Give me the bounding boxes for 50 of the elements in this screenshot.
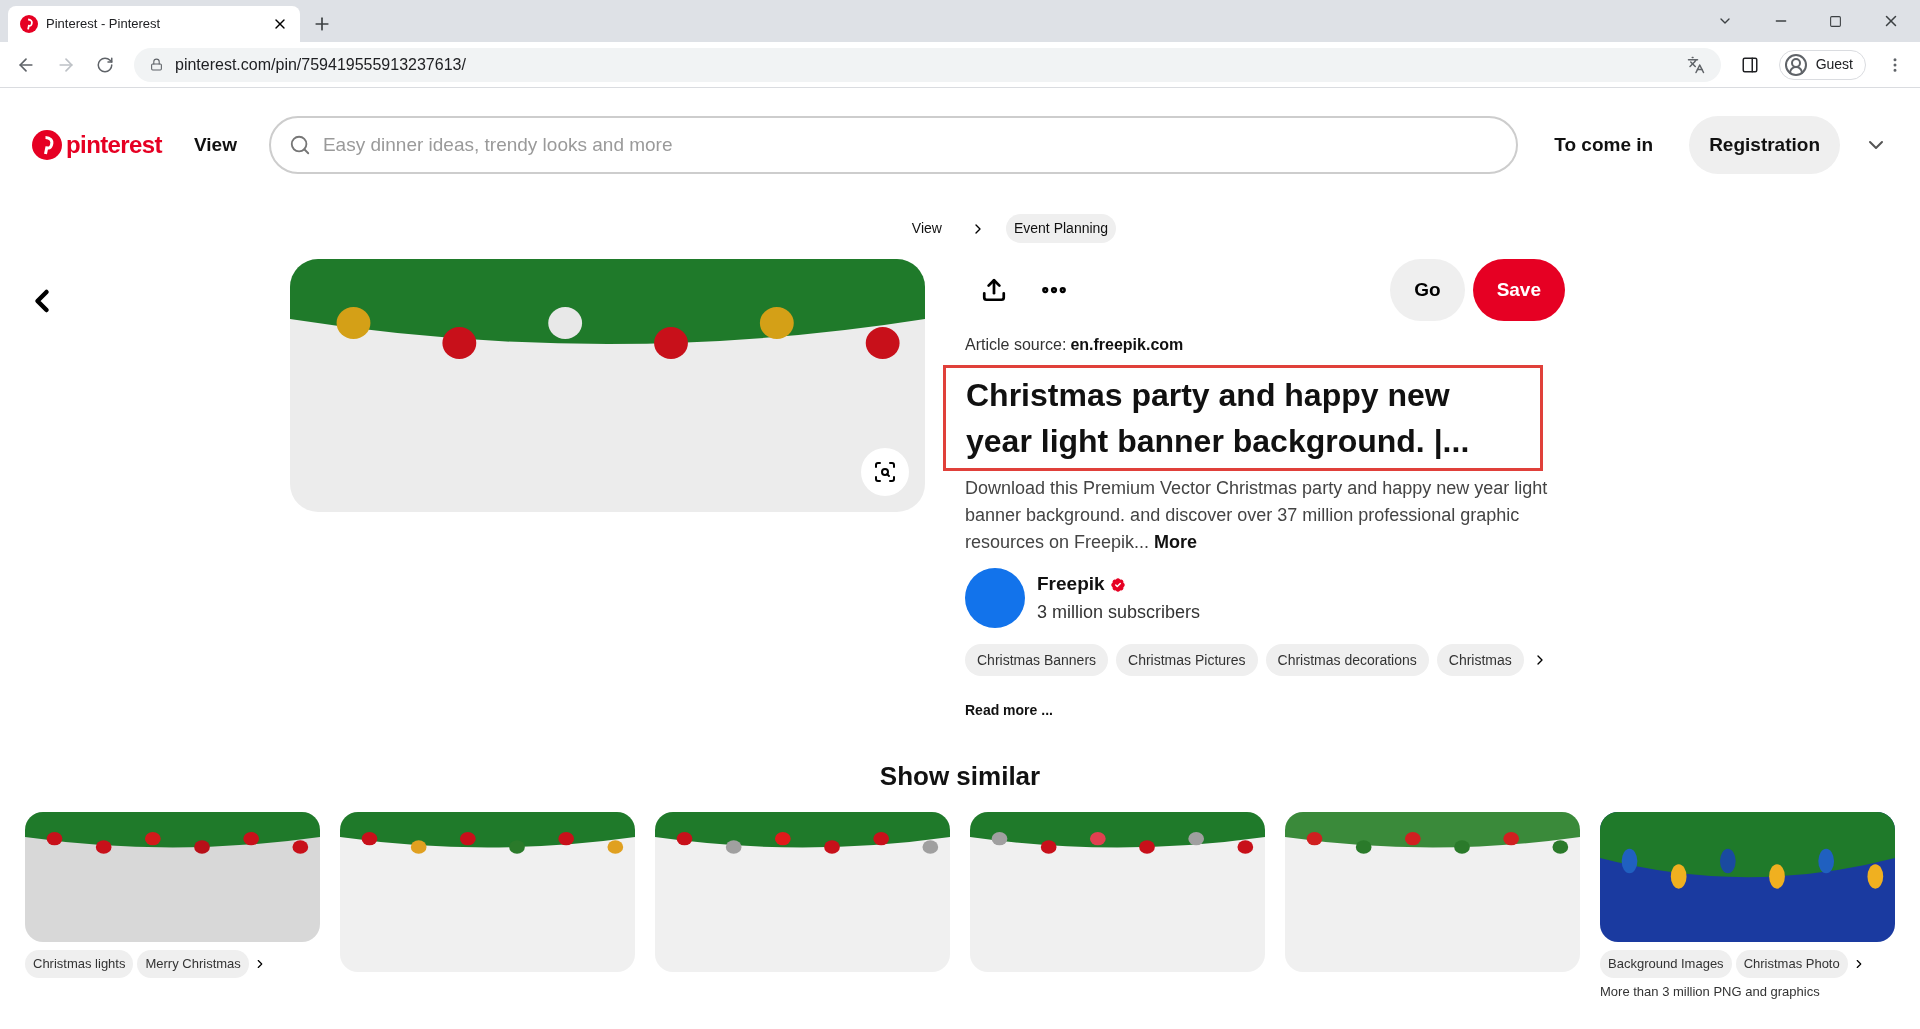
- tag-chip[interactable]: Christmas decorations: [1265, 644, 1429, 676]
- registration-button[interactable]: Registration: [1689, 116, 1840, 174]
- browser-tab[interactable]: Pinterest - Pinterest: [8, 6, 300, 42]
- subscriber-count: 3 million subscribers: [1037, 600, 1201, 624]
- tag-chip[interactable]: Christmas lights: [25, 950, 134, 978]
- author-avatar[interactable]: [965, 568, 1025, 628]
- search-icon: [288, 134, 311, 156]
- url-field[interactable]: pinterest.com/pin/759419555913237613/: [134, 47, 1721, 82]
- lock-icon: [150, 58, 163, 71]
- pinterest-logo-icon: [32, 130, 62, 160]
- side-panel-icon[interactable]: [1740, 55, 1759, 74]
- tag-chip[interactable]: Christmas Pictures: [1116, 644, 1258, 676]
- tag-chip[interactable]: Christmas Banners: [965, 644, 1109, 676]
- pinterest-logo[interactable]: pinterest: [32, 127, 162, 163]
- card-caption: More than 3 million PNG and graphics: [1600, 983, 1821, 1001]
- pin-image[interactable]: [970, 812, 1265, 972]
- pin-image[interactable]: [1285, 812, 1580, 972]
- avatar-icon: [1783, 52, 1808, 77]
- nav-link[interactable]: View: [185, 130, 245, 160]
- tag-chip[interactable]: Background Images: [1600, 950, 1732, 978]
- author-name[interactable]: Freepik: [1037, 570, 1105, 599]
- tag-chip[interactable]: Christmas: [1436, 644, 1524, 676]
- breadcrumb-link[interactable]: View: [903, 214, 950, 243]
- restore-icon[interactable]: [1829, 14, 1842, 28]
- pin-image[interactable]: [25, 812, 320, 942]
- visual-search-button[interactable]: [861, 448, 909, 496]
- reload-icon[interactable]: [96, 55, 114, 74]
- pinterest-logo-icon: [20, 15, 38, 33]
- source-label: Article source:: [965, 335, 1067, 355]
- section-title: Show similar: [878, 760, 1042, 793]
- tag-chip[interactable]: Christmas Photo: [1735, 950, 1848, 978]
- more-link[interactable]: More: [1154, 532, 1198, 552]
- visual-search-icon: [873, 460, 897, 484]
- read-more-link[interactable]: Read more ...: [965, 700, 1565, 721]
- search-field[interactable]: Easy dinner ideas, trendy looks and more: [268, 116, 1519, 174]
- tag-chip[interactable]: Merry Christmas: [137, 950, 249, 978]
- pin-image[interactable]: [655, 812, 950, 972]
- pin-image[interactable]: [340, 812, 635, 972]
- share-icon[interactable]: [981, 277, 1007, 303]
- login-button[interactable]: To come in: [1542, 130, 1666, 160]
- tab-title: Pinterest - Pinterest: [46, 15, 162, 34]
- save-button[interactable]: Save: [1472, 259, 1565, 321]
- translate-icon[interactable]: [1686, 55, 1705, 74]
- url-text: pinterest.com/pin/759419555913237613/: [175, 54, 467, 75]
- pin-image[interactable]: [1600, 812, 1895, 942]
- pin-title: Christmas party and happy new year light banner background. |...: [943, 365, 1543, 471]
- pin-description: Download this Premium Vector Christmas party and happy new year light banner background. and discover over 37 million professional graphic resources on Freepik... More: [965, 477, 1549, 554]
- source-link[interactable]: en.freepik.com: [1070, 333, 1184, 357]
- breadcrumb-link[interactable]: Event Planning: [1005, 214, 1117, 243]
- go-button[interactable]: Go: [1390, 259, 1465, 321]
